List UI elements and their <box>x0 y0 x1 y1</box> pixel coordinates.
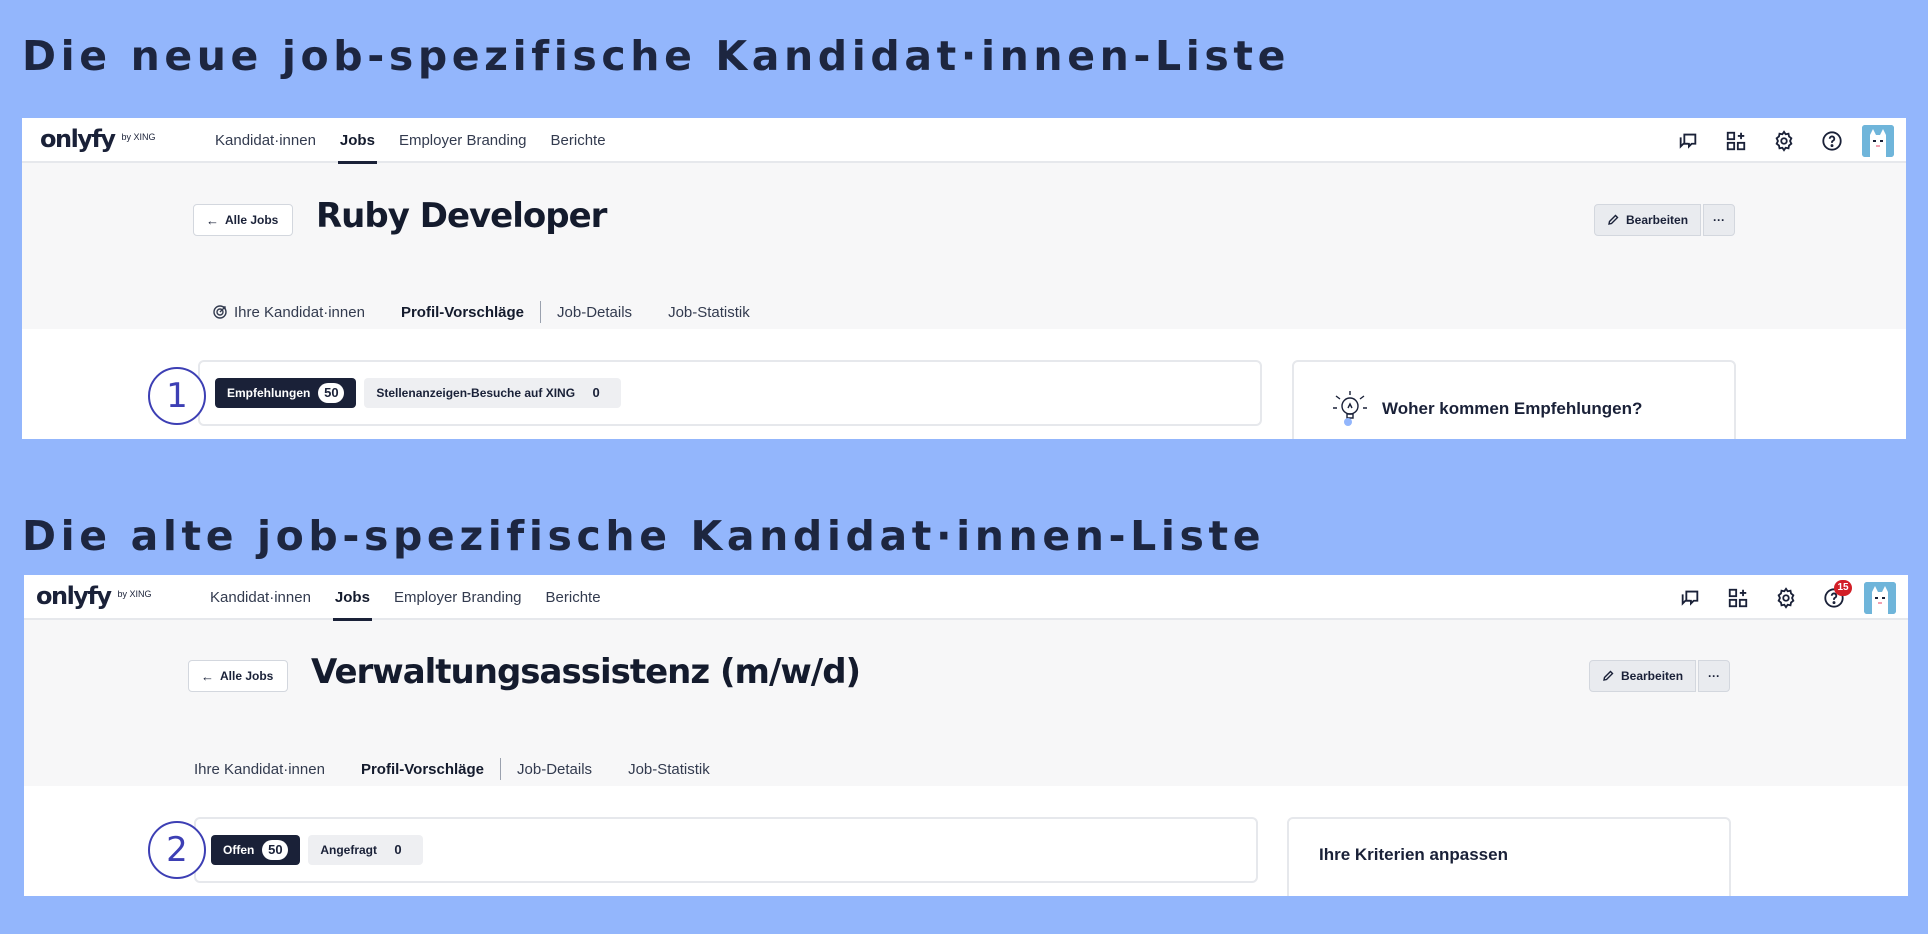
annotation-number-1: 1 <box>148 367 206 425</box>
notification-badge: 15 <box>1834 579 1852 596</box>
criteria-card-title: Ihre Kriterien anpassen <box>1319 845 1508 864</box>
nav-icons: 15 <box>1656 575 1896 620</box>
job-tabs: Ihre Kandidat·innen Profil-Vorschläge Jo… <box>184 747 736 791</box>
avatar[interactable] <box>1864 581 1896 614</box>
nav-icons <box>1654 118 1894 163</box>
nav-berichte[interactable]: Berichte <box>541 118 616 163</box>
chip-offen[interactable]: Offen 50 <box>211 835 301 865</box>
help-icon[interactable]: 15 <box>1820 579 1852 612</box>
chip-count: 0 <box>592 385 600 400</box>
help-icon[interactable] <box>1818 127 1846 155</box>
nav-jobs[interactable]: Jobs <box>325 575 380 621</box>
edit-button[interactable]: Bearbeiten <box>1589 660 1697 692</box>
chip-label: Angefragt <box>320 843 378 857</box>
tab-job-details[interactable]: Job-Details <box>547 290 642 334</box>
section-heading-old: Die alte job-spezifische Kandidat·innen-… <box>22 512 1266 560</box>
chip-stellenanzeigen-besuche[interactable]: Stellenanzeigen-Besuche auf XING 0 <box>364 378 622 408</box>
logo-wordmark: onlyfy <box>40 125 116 153</box>
gear-icon[interactable] <box>1772 584 1800 612</box>
nav-jobs[interactable]: Jobs <box>330 118 385 164</box>
new-list-screenshot: onlyfy by XING Kandidat·innen Jobs Emplo… <box>22 118 1906 439</box>
logo-wordmark: onlyfy <box>36 582 112 610</box>
tab-divider <box>500 758 502 780</box>
onlyfy-logo[interactable]: onlyfy by XING <box>40 127 156 151</box>
top-navbar: onlyfy by XING Kandidat·innen Jobs Emplo… <box>22 118 1906 164</box>
chip-angefragt[interactable]: Angefragt 0 <box>308 835 424 865</box>
annotation-number-2: 2 <box>148 821 206 879</box>
tab-ihre-kandidatinnen[interactable]: Ihre Kandidat·innen <box>202 290 375 334</box>
more-options-button[interactable]: ··· <box>1698 660 1731 692</box>
avatar[interactable] <box>1862 124 1894 157</box>
lightbulb-icon <box>1333 391 1367 426</box>
edit-button-label: Bearbeiten <box>1626 213 1689 227</box>
apps-add-icon[interactable] <box>1722 127 1750 155</box>
tab-job-details[interactable]: Job-Details <box>507 747 602 791</box>
back-to-all-jobs-button[interactable]: ← Alle Jobs <box>193 204 294 236</box>
edit-actions: Bearbeiten ··· <box>1589 660 1731 692</box>
chat-icon[interactable] <box>1676 584 1704 612</box>
back-button-label: Alle Jobs <box>220 669 274 683</box>
filter-chips: Offen 50 Angefragt 0 <box>211 835 431 865</box>
chip-label: Offen <box>223 843 255 857</box>
main-nav: Kandidat·innen Jobs Employer Branding Be… <box>205 118 620 164</box>
chip-label: Empfehlungen <box>227 386 311 400</box>
back-to-all-jobs-button[interactable]: ← Alle Jobs <box>188 660 289 692</box>
edit-button[interactable]: Bearbeiten <box>1594 204 1702 236</box>
tab-job-statistik[interactable]: Job-Statistik <box>618 747 720 791</box>
chip-count: 0 <box>394 842 402 857</box>
nav-employer-branding[interactable]: Employer Branding <box>389 118 537 163</box>
chip-count: 50 <box>262 840 289 860</box>
tab-label: Ihre Kandidat·innen <box>234 303 365 321</box>
main-nav: Kandidat·innen Jobs Employer Branding Be… <box>200 575 615 621</box>
back-button-label: Alle Jobs <box>225 213 279 227</box>
nav-kandidatinnen[interactable]: Kandidat·innen <box>200 575 321 620</box>
filter-chips: Empfehlungen 50 Stellenanzeigen-Besuche … <box>215 378 629 408</box>
onlyfy-logo[interactable]: onlyfy by XING <box>36 584 152 608</box>
tab-job-statistik[interactable]: Job-Statistik <box>658 290 760 334</box>
chip-empfehlungen[interactable]: Empfehlungen 50 <box>215 378 357 408</box>
tab-profil-vorschlaege[interactable]: Profil-Vorschläge <box>390 290 535 334</box>
job-tabs: Ihre Kandidat·innen Profil-Vorschläge Jo… <box>202 290 776 334</box>
more-options-button[interactable]: ··· <box>1703 204 1736 236</box>
chat-icon[interactable] <box>1674 127 1702 155</box>
pencil-icon <box>1608 214 1619 225</box>
nav-employer-branding[interactable]: Employer Branding <box>384 575 532 620</box>
job-title: Verwaltungsassistenz (m/w/d) <box>311 652 861 692</box>
tab-ihre-kandidatinnen[interactable]: Ihre Kandidat·innen <box>184 747 335 791</box>
chip-count: 50 <box>318 383 345 403</box>
nav-berichte[interactable]: Berichte <box>536 575 611 620</box>
job-title: Ruby Developer <box>316 196 607 236</box>
arrow-left-icon: ← <box>201 668 214 684</box>
section-heading-new: Die neue job-spezifische Kandidat·innen-… <box>22 32 1291 80</box>
logo-byline: by XING <box>121 132 156 142</box>
tab-divider <box>540 301 542 323</box>
edit-button-label: Bearbeiten <box>1621 669 1684 683</box>
top-navbar: onlyfy by XING Kandidat·innen Jobs Emplo… <box>24 575 1908 621</box>
info-card-title: Woher kommen Empfehlungen? <box>1382 399 1643 418</box>
logo-byline: by XING <box>117 589 152 599</box>
arrow-left-icon: ← <box>206 212 219 228</box>
apps-add-icon[interactable] <box>1724 584 1752 612</box>
chip-label: Stellenanzeigen-Besuche auf XING <box>376 386 576 400</box>
edit-actions: Bearbeiten ··· <box>1594 204 1736 236</box>
old-list-screenshot: onlyfy by XING Kandidat·innen Jobs Emplo… <box>24 575 1908 896</box>
nav-kandidatinnen[interactable]: Kandidat·innen <box>205 118 326 163</box>
pencil-icon <box>1603 670 1614 681</box>
target-icon <box>213 305 227 319</box>
tab-profil-vorschlaege[interactable]: Profil-Vorschläge <box>350 747 495 791</box>
gear-icon[interactable] <box>1770 127 1798 155</box>
